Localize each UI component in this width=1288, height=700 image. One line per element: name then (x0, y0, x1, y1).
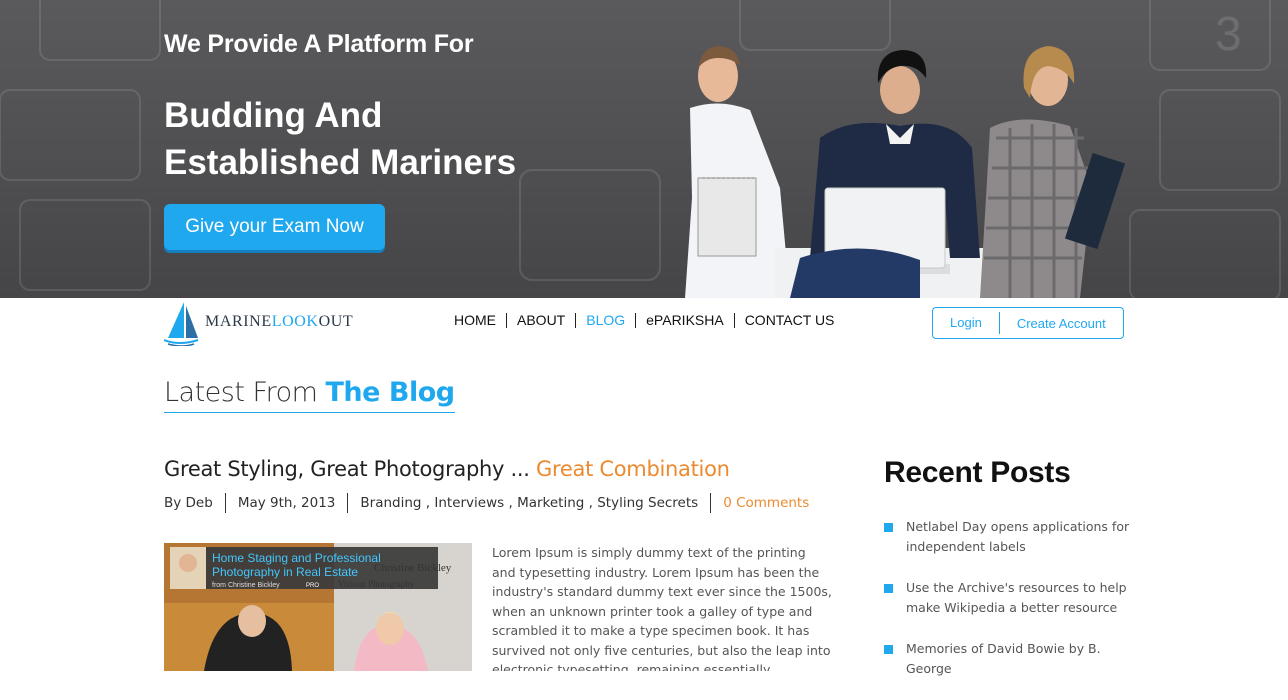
section-title: Latest From The Blog (164, 376, 455, 413)
hero-people-image (685, 46, 1126, 298)
section-title-accent: The Blog (325, 377, 456, 408)
logo-wordmark[interactable]: MARINELOOKOUT (205, 313, 353, 331)
recent-post-item[interactable]: Use the Archive's resources to help make… (884, 578, 1134, 617)
recent-posts-title: Recent Posts (884, 456, 1071, 489)
post-excerpt: Lorem Ipsum is simply dummy text of the … (492, 545, 832, 671)
hero-banner: 3 We Provide A Platform For Budding And … (0, 0, 1288, 298)
post-author: By Deb (164, 493, 226, 513)
nav-epariksha[interactable]: ePARIKSHA (636, 313, 735, 328)
category-link[interactable]: Interviews (434, 495, 504, 511)
category-link[interactable]: Styling Secrets (597, 495, 698, 511)
recent-post-link[interactable]: Netlabel Day opens applications for inde… (906, 517, 1134, 556)
post-categories: Branding , Interviews , Marketing , Styl… (348, 493, 712, 513)
thumb-badge: PRO (306, 583, 319, 589)
logo-part-marine: MARINE (205, 313, 272, 330)
square-bullet-icon (884, 645, 893, 654)
square-bullet-icon (884, 584, 893, 593)
thumb-caption-1: Home Staging and Professional (212, 551, 381, 565)
post-thumbnail[interactable]: Home Staging and Professional Photograph… (164, 543, 472, 671)
auth-box: Login Create Account (932, 307, 1124, 339)
nav-home[interactable]: HOME (444, 313, 507, 328)
thumb-name: Christine Bickley (374, 562, 452, 574)
square-bullet-icon (884, 523, 893, 532)
post-title[interactable]: Great Styling, Great Photography ... Gre… (164, 457, 730, 481)
give-exam-button[interactable]: Give your Exam Now (164, 204, 385, 250)
post-date: May 9th, 2013 (226, 493, 349, 513)
login-link[interactable]: Login (933, 312, 1000, 334)
logo-part-look: LOOK (271, 313, 319, 330)
thumb-caption-2: Photography in Real Estate (212, 565, 358, 579)
recent-post-item[interactable]: Netlabel Day opens applications for inde… (884, 517, 1134, 556)
recent-post-link[interactable]: Use the Archive's resources to help make… (906, 578, 1134, 617)
post-title-accent: Great Combination (536, 457, 730, 481)
nav-contact-us[interactable]: CONTACT US (735, 313, 845, 328)
create-account-link[interactable]: Create Account (1000, 316, 1106, 331)
post-title-main: Great Styling, Great Photography ... (164, 457, 530, 481)
main-nav: HOME ABOUT BLOG ePARIKSHA CONTACT US (444, 313, 844, 328)
thumb-from: from Christine Bickley (212, 582, 280, 589)
recent-post-item[interactable]: Memories of David Bowie by B. George (884, 639, 1134, 678)
logo-part-out: OUT (318, 313, 354, 330)
category-link[interactable]: Marketing (517, 495, 584, 511)
thumb-studio: Vizionz Photography (338, 579, 415, 589)
post-comments-link[interactable]: 0 Comments (711, 493, 821, 513)
hero-headline: Budding And Established Mariners (164, 96, 517, 182)
section-title-plain: Latest From (164, 377, 318, 408)
hero-tagline: We Provide A Platform For (164, 30, 474, 58)
recent-posts-list: Netlabel Day opens applications for inde… (884, 517, 1134, 700)
nav-about[interactable]: ABOUT (507, 313, 577, 328)
svg-text:3: 3 (1215, 8, 1242, 61)
post-meta: By Deb May 9th, 2013 Branding , Intervie… (164, 493, 821, 513)
category-link[interactable]: Branding (360, 495, 421, 511)
nav-blog[interactable]: BLOG (576, 313, 637, 328)
recent-post-link[interactable]: Memories of David Bowie by B. George (906, 639, 1134, 678)
